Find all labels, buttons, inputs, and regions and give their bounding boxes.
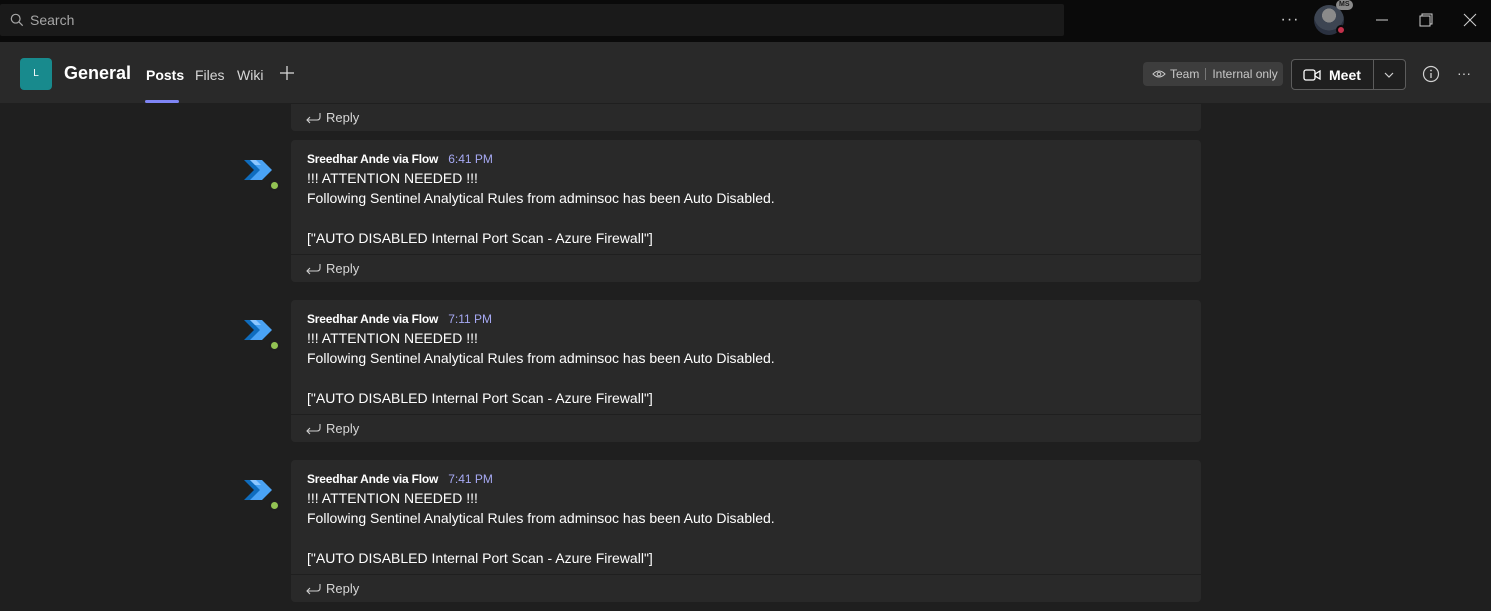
- visibility-team-label: Team: [1170, 67, 1200, 81]
- search-input[interactable]: [30, 12, 930, 28]
- presence-busy-icon: [1336, 25, 1346, 35]
- message-line: ["AUTO DISABLED Internal Port Scan - Azu…: [307, 230, 653, 246]
- more-icon[interactable]: ···: [1455, 64, 1473, 82]
- minimize-icon[interactable]: [1372, 10, 1392, 30]
- meet-label: Meet: [1329, 66, 1361, 83]
- close-icon[interactable]: [1460, 10, 1480, 30]
- reply-button[interactable]: Reply: [291, 414, 1201, 442]
- message-line: !!! ATTENTION NEEDED !!!: [307, 330, 478, 346]
- search-icon: [10, 13, 24, 27]
- presence-online-icon: [269, 340, 280, 351]
- message-line: Following Sentinel Analytical Rules from…: [307, 350, 775, 366]
- message-card: Reply: [291, 104, 1201, 131]
- message-feed[interactable]: Reply Sreedhar Ande via Flow 6:41 PM !!!…: [0, 104, 1491, 611]
- avatar-initials-badge: MS: [1336, 0, 1353, 10]
- settings-more-icon[interactable]: ···: [1280, 8, 1300, 32]
- info-icon[interactable]: [1422, 65, 1440, 83]
- reply-button[interactable]: Reply: [291, 254, 1201, 282]
- eye-icon: [1152, 70, 1166, 78]
- plus-icon[interactable]: [279, 65, 295, 81]
- team-avatar[interactable]: L: [20, 58, 52, 90]
- reply-arrow-icon: [306, 112, 321, 123]
- channel-header: L General Posts Files Wiki Team Internal…: [0, 42, 1491, 104]
- message-line: !!! ATTENTION NEEDED !!!: [307, 170, 478, 186]
- channel-visibility-badge[interactable]: Team Internal only: [1143, 62, 1283, 86]
- tab-posts[interactable]: Posts: [146, 67, 184, 83]
- message-line: ["AUTO DISABLED Internal Port Scan - Azu…: [307, 550, 653, 566]
- reply-label: Reply: [326, 110, 360, 125]
- message-card: Sreedhar Ande via Flow 7:11 PM !!! ATTEN…: [291, 300, 1201, 442]
- meet-options-button[interactable]: [1374, 60, 1405, 89]
- message-card: Sreedhar Ande via Flow 6:41 PM !!! ATTEN…: [291, 140, 1201, 282]
- video-camera-icon: [1303, 68, 1321, 81]
- message-timestamp: 6:41 PM: [448, 152, 493, 166]
- tab-wiki[interactable]: Wiki: [237, 67, 263, 83]
- message-line: !!! ATTENTION NEEDED !!!: [307, 490, 478, 506]
- message-card: Sreedhar Ande via Flow 7:41 PM !!! ATTEN…: [291, 460, 1201, 602]
- reply-label: Reply: [326, 581, 360, 596]
- presence-online-icon: [269, 180, 280, 191]
- message-author[interactable]: Sreedhar Ande via Flow: [307, 472, 438, 486]
- message-line: Following Sentinel Analytical Rules from…: [307, 190, 775, 206]
- message-line: ["AUTO DISABLED Internal Port Scan - Azu…: [307, 390, 653, 406]
- maximize-icon[interactable]: [1416, 10, 1436, 30]
- reply-label: Reply: [326, 421, 360, 436]
- reply-arrow-icon: [306, 263, 321, 274]
- reply-label: Reply: [326, 261, 360, 276]
- reply-arrow-icon: [306, 423, 321, 434]
- message-author[interactable]: Sreedhar Ande via Flow: [307, 152, 438, 166]
- tab-files[interactable]: Files: [195, 67, 225, 83]
- reply-button[interactable]: Reply: [291, 104, 1201, 131]
- active-tab-indicator: [145, 100, 179, 103]
- reply-arrow-icon: [306, 583, 321, 594]
- channel-title: General: [64, 63, 132, 83]
- message-line: Following Sentinel Analytical Rules from…: [307, 510, 775, 526]
- message-author[interactable]: Sreedhar Ande via Flow: [307, 312, 438, 326]
- message-timestamp: 7:11 PM: [448, 312, 493, 326]
- meet-split-button: Meet: [1291, 59, 1406, 90]
- reply-button[interactable]: Reply: [291, 574, 1201, 602]
- message-timestamp: 7:41 PM: [448, 472, 493, 486]
- title-bar: ··· MS: [0, 0, 1491, 42]
- meet-button[interactable]: Meet: [1292, 60, 1373, 89]
- visibility-separator: [1205, 68, 1207, 80]
- visibility-scope-label: Internal only: [1212, 67, 1278, 81]
- presence-online-icon: [269, 500, 280, 511]
- chevron-down-icon: [1384, 72, 1394, 78]
- search-box[interactable]: [0, 4, 1064, 36]
